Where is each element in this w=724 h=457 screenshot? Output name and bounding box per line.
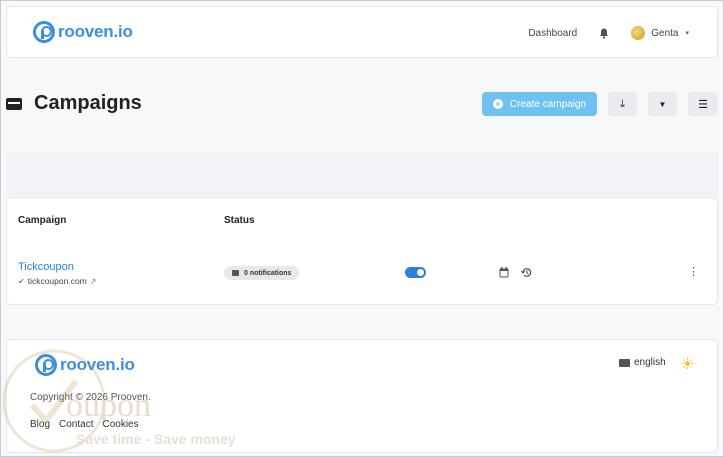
user-avatar[interactable] [631, 26, 646, 40]
download-button[interactable]: ⤓ [608, 92, 637, 116]
campaign-name-link[interactable]: Tickcoupon [18, 261, 74, 273]
footer-brand-name: rooven.io [60, 355, 135, 374]
calendar-icon[interactable] [499, 267, 509, 278]
plus-circle-icon: + [492, 99, 503, 109]
page-footer: rooven.io english Copyright © 2026 Proov… [6, 339, 718, 453]
footer-brand-logo[interactable]: rooven.io [35, 354, 135, 376]
notifications-count: 0 notifications [244, 269, 292, 277]
campaign-domain: ✔ tickcoupon.com ↗ [18, 276, 96, 286]
footer-link-blog[interactable]: Blog [30, 419, 50, 430]
page-title: Campaigns [34, 92, 142, 114]
brand-mark-icon [33, 21, 55, 43]
campaigns-card-icon [6, 98, 22, 110]
filter-band [6, 152, 718, 196]
external-link-icon[interactable]: ↗ [90, 277, 97, 286]
list-icon: ☰ [698, 98, 708, 111]
column-header-campaign: Campaign [18, 215, 67, 226]
column-header-status: Status [224, 215, 255, 226]
filter-icon: ▼ [658, 99, 667, 109]
language-selector[interactable]: english [619, 357, 666, 368]
footer-link-contact[interactable]: Contact [59, 419, 93, 430]
history-icon[interactable] [521, 267, 532, 278]
brand-name: rooven.io [58, 22, 133, 41]
copyright-text: Copyright © 2026 Prooven. [30, 392, 151, 403]
footer-link-cookies[interactable]: Cookies [102, 419, 138, 430]
campaign-url[interactable]: tickcoupon.com [28, 276, 87, 286]
notifications-badge[interactable]: 0 notifications [224, 266, 300, 280]
list-view-button[interactable]: ☰ [688, 92, 718, 116]
row-actions-menu-icon[interactable]: ⋮ [688, 265, 699, 278]
nav-links: Dashboard Genta ▾ [528, 7, 689, 59]
nav-dashboard-link[interactable]: Dashboard [528, 28, 577, 39]
page-header: Campaigns + Create campaign ⤓ ▼ ☰ [6, 90, 718, 120]
footer-links: Blog Contact Cookies [30, 419, 139, 430]
language-card-icon [619, 358, 630, 367]
user-name[interactable]: Genta [651, 28, 678, 39]
brand-logo[interactable]: rooven.io [33, 21, 133, 43]
create-campaign-label: Create campaign [509, 98, 587, 110]
download-icon: ⤓ [620, 97, 625, 110]
sun-icon[interactable] [682, 358, 693, 369]
top-navbar: rooven.io Dashboard Genta ▾ [6, 6, 718, 58]
filter-button[interactable]: ▼ [648, 92, 677, 116]
user-menu-chevron-icon[interactable]: ▾ [685, 29, 689, 37]
create-campaign-button[interactable]: + Create campaign [482, 92, 597, 116]
language-label: english [634, 357, 666, 368]
campaign-active-toggle[interactable] [405, 267, 426, 278]
inbox-icon [232, 270, 239, 276]
bell-icon[interactable] [599, 28, 609, 39]
verified-check-icon: ✔ [18, 276, 25, 286]
footer-brand-mark-icon [35, 354, 57, 376]
campaigns-table: Campaign Status Tickcoupon ✔ tickcoupon.… [6, 197, 718, 305]
